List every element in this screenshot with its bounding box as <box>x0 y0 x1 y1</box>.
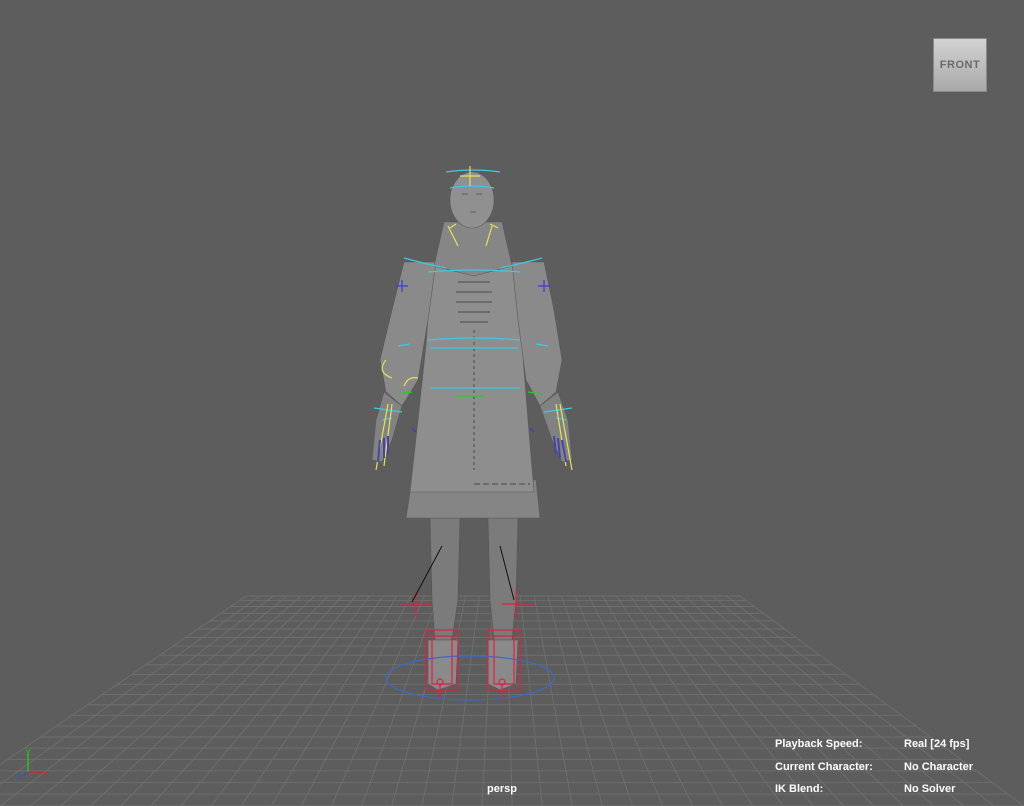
grid-line <box>60 595 302 806</box>
grid-line <box>602 595 724 806</box>
grid-line <box>519 595 543 806</box>
hud-playback-speed-label: Playback Speed: <box>775 738 863 750</box>
hud-current-character-label: Current Character: <box>775 761 873 773</box>
axis-y-label: y <box>26 748 30 756</box>
grid-line <box>561 595 634 806</box>
grid-line <box>180 595 357 806</box>
grid-line <box>300 595 412 806</box>
scene-canvas[interactable] <box>0 0 1024 806</box>
hud-current-character-value: No Character <box>904 761 974 773</box>
grid-line <box>240 595 384 806</box>
grid-line <box>725 595 995 806</box>
grid-line <box>684 595 904 806</box>
viewcube-front-face[interactable]: FRONT <box>933 38 987 92</box>
perspective-viewport[interactable]: FRONT y x z Playback Speed: Real [24 fps… <box>0 0 1024 806</box>
grid-line <box>481 595 494 806</box>
camera-name-label: persp <box>487 783 517 795</box>
grid-line <box>671 595 874 806</box>
hud-ik-blend-value: No Solver <box>904 783 956 795</box>
grid-line <box>90 595 315 806</box>
grid-line <box>547 595 603 806</box>
grid-line <box>643 595 814 806</box>
grid-line <box>30 595 288 806</box>
grid-line <box>629 595 784 806</box>
grid-line <box>120 595 329 806</box>
grid-line <box>588 595 694 806</box>
grid-line <box>616 595 754 806</box>
grid-line <box>739 595 1024 806</box>
grid-line <box>533 595 573 806</box>
grid-line <box>698 595 934 806</box>
axis-z-label: z <box>17 772 21 780</box>
grid-line <box>361 595 439 806</box>
axis-gizmo-icon: y x z <box>17 748 48 780</box>
grid-line <box>451 595 480 806</box>
grid-line <box>574 595 664 806</box>
grid-line <box>150 595 343 806</box>
hud-ik-blend-label: IK Blend: <box>775 783 824 795</box>
axis-x-label: x <box>44 769 48 778</box>
hud-playback-speed-value: Real [24 fps] <box>904 738 970 750</box>
